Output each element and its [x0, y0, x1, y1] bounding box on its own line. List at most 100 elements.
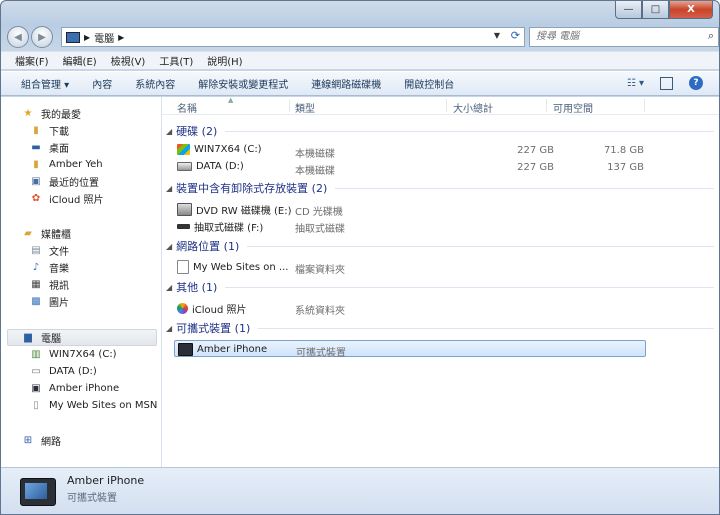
nav-item-downloads[interactable]: ▮ 下載	[29, 122, 69, 139]
address-dropdown-icon[interactable]: ▼	[494, 31, 500, 40]
web-folder-icon: ▯	[33, 400, 39, 411]
column-name[interactable]: 名稱	[177, 100, 197, 115]
nav-item-documents[interactable]: ▤ 文件	[29, 242, 69, 259]
nav-item-videos[interactable]: ▦ 視訊	[29, 276, 69, 293]
preview-pane-icon[interactable]	[660, 76, 673, 90]
nav-computer[interactable]: ▆ 電腦	[7, 329, 157, 346]
forward-arrow-icon: ▶	[38, 31, 46, 43]
group-header-hard-drives[interactable]: ◢ 硬碟 (2)	[166, 123, 714, 139]
menu-tools[interactable]: 工具(T)	[159, 53, 193, 68]
nav-item-amber-yeh[interactable]: ▮ Amber Yeh	[29, 156, 102, 173]
help-icon[interactable]: ?	[689, 76, 703, 90]
collapse-arrow-icon[interactable]: ◢	[166, 184, 172, 193]
nav-item-amber-iphone[interactable]: ▣ Amber iPhone	[29, 380, 119, 397]
map-network-drive-button[interactable]: 連線網路磁碟機	[311, 76, 381, 91]
details-type: 可攜式裝置	[67, 493, 117, 504]
list-item[interactable]: WIN7X64 (C:) 本機磁碟 227 GB 71.8 GB	[174, 142, 646, 160]
libraries-icon: ▰	[24, 228, 32, 239]
list-item[interactable]: DVD RW 磁碟機 (E:) CD 光碟機	[174, 200, 646, 218]
nav-item-music[interactable]: ♪ 音樂	[29, 259, 69, 276]
minimize-button[interactable]: —	[615, 1, 642, 19]
menu-help[interactable]: 說明(H)	[207, 53, 242, 68]
collapse-arrow-icon[interactable]: ◢	[166, 283, 172, 292]
open-control-panel-button[interactable]: 開啟控制台	[404, 76, 454, 91]
icloud-photos-icon: ✿	[31, 193, 41, 204]
details-pane: Amber iPhone 可攜式裝置	[1, 467, 719, 514]
column-free-space[interactable]: 可用空間	[553, 100, 593, 115]
menu-bar: 檔案(F) 編輯(E) 檢視(V) 工具(T) 說明(H)	[1, 51, 719, 69]
column-total-size[interactable]: 大小總計	[453, 100, 493, 115]
nav-network[interactable]: ⊞ 網路	[21, 432, 61, 449]
back-arrow-icon: ◀	[14, 31, 22, 43]
forward-button[interactable]: ▶	[31, 26, 53, 48]
maximize-button[interactable]: □	[642, 1, 669, 19]
address-bar[interactable]: ▶ 電腦 ▶ ▼ ⟳	[61, 27, 525, 47]
nav-item-drive-c[interactable]: ▥ WIN7X64 (C:)	[29, 346, 116, 363]
list-item[interactable]: iCloud 照片 系統資料夾	[174, 299, 646, 317]
navigation-pane: ★ 我的最愛 ▮ 下載 ▬ 桌面 ▮ Amber Yeh ▣ 最近的位置 ✿ iCloud …	[1, 97, 162, 467]
menu-edit[interactable]: 編輯(E)	[63, 53, 97, 68]
web-folder-icon	[177, 260, 189, 274]
collapse-arrow-icon[interactable]: ◢	[166, 242, 172, 251]
nav-libraries[interactable]: ▰ 媒體櫃	[21, 225, 71, 242]
collapse-arrow-icon[interactable]: ◢	[166, 127, 172, 136]
portable-device-icon	[20, 478, 56, 506]
details-name: Amber iPhone	[67, 474, 145, 487]
breadcrumb-separator-icon: ▶	[84, 32, 91, 42]
column-type[interactable]: 類型	[295, 100, 315, 115]
nav-item-pictures[interactable]: ▩ 圖片	[29, 293, 69, 310]
pictures-icon: ▩	[31, 296, 41, 307]
phone-icon: ▣	[31, 383, 41, 394]
column-divider[interactable]	[446, 99, 447, 112]
uninstall-program-button[interactable]: 解除安裝或變更程式	[198, 76, 288, 91]
nav-favorites[interactable]: ★ 我的最愛	[21, 105, 81, 122]
group-header-removable-storage[interactable]: ◢ 裝置中含有卸除式存放裝置 (2)	[166, 180, 714, 196]
command-bar: 組合管理 ▾ 內容 系統內容 解除安裝或變更程式 連線網路磁碟機 開啟控制台 ☷…	[1, 71, 719, 96]
menu-view[interactable]: 檢視(V)	[111, 53, 146, 68]
nav-item-drive-d[interactable]: ▭ DATA (D:)	[29, 363, 97, 380]
column-divider[interactable]	[546, 99, 547, 112]
breadcrumb-chevron-icon[interactable]: ▶	[118, 33, 124, 42]
column-divider[interactable]	[289, 99, 290, 112]
nav-item-my-web-sites[interactable]: ▯ My Web Sites on MSN	[29, 397, 157, 414]
recent-places-icon: ▣	[31, 176, 41, 187]
search-icon[interactable]: ⌕	[708, 29, 714, 43]
desktop-icon: ▬	[31, 142, 41, 153]
user-folder-icon: ▮	[33, 159, 39, 170]
content-area: ★ 我的最愛 ▮ 下載 ▬ 桌面 ▮ Amber Yeh ▣ 最近的位置 ✿ iCloud …	[1, 96, 719, 467]
collapse-arrow-icon[interactable]: ◢	[166, 324, 172, 333]
view-options-icon[interactable]: ☷ ▾	[627, 78, 644, 89]
menu-file[interactable]: 檔案(F)	[15, 53, 49, 68]
search-input[interactable]	[530, 28, 696, 44]
organize-button[interactable]: 組合管理 ▾	[21, 76, 69, 91]
breadcrumb-computer[interactable]: 電腦	[94, 30, 114, 45]
list-item[interactable]: 抽取式磁碟 (F:) 抽取式磁碟	[174, 217, 646, 235]
group-header-other[interactable]: ◢ 其他 (1)	[166, 279, 714, 295]
nav-item-icloud-photos[interactable]: ✿ iCloud 照片	[29, 190, 104, 207]
hard-drive-icon: ▭	[31, 366, 41, 377]
computer-icon: ▆	[24, 332, 32, 343]
file-list: 名稱 ▲ 類型 大小總計 可用空間 ◢ 硬碟 (2) WIN7X64 (C:) 本…	[162, 96, 719, 467]
system-properties-button[interactable]: 系統內容	[135, 76, 175, 91]
list-item[interactable]: DATA (D:) 本機磁碟 227 GB 137 GB	[174, 159, 646, 177]
column-header: 名稱 ▲ 類型 大小總計 可用空間	[162, 96, 719, 115]
videos-icon: ▦	[31, 279, 41, 290]
downloads-folder-icon: ▮	[33, 125, 39, 136]
star-icon: ★	[23, 108, 33, 119]
music-icon: ♪	[32, 262, 40, 273]
window-controls: — □ X	[615, 1, 713, 19]
search-box[interactable]: ⌕	[529, 27, 719, 47]
list-item[interactable]: My Web Sites on ... 檔案資料夾	[174, 258, 646, 276]
group-header-network-locations[interactable]: ◢ 網路位置 (1)	[166, 238, 714, 254]
list-item-selected[interactable]: Amber iPhone 可攜式裝置	[174, 340, 646, 359]
column-divider[interactable]	[644, 99, 645, 112]
close-button[interactable]: X	[669, 1, 713, 19]
refresh-icon[interactable]: ⟳	[511, 29, 520, 42]
nav-item-desktop[interactable]: ▬ 桌面	[29, 139, 69, 156]
documents-icon: ▤	[31, 245, 41, 256]
nav-item-recent-places[interactable]: ▣ 最近的位置	[29, 173, 99, 190]
back-button[interactable]: ◀	[7, 26, 29, 48]
group-header-portable-devices[interactable]: ◢ 可攜式裝置 (1)	[166, 320, 714, 336]
properties-button[interactable]: 內容	[92, 76, 112, 91]
phone-icon	[178, 343, 193, 356]
